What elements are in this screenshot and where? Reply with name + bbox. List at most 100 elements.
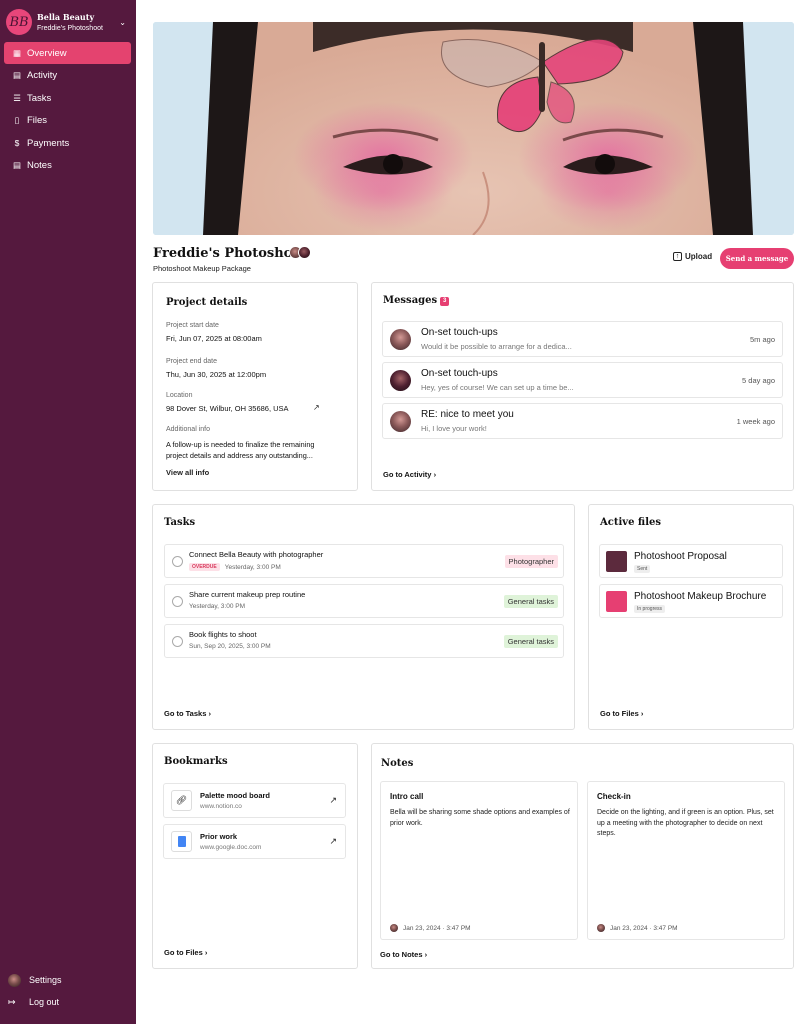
- additional-info-value: A follow-up is needed to finalize the re…: [166, 440, 315, 460]
- file-thumbnail: [606, 551, 627, 572]
- chevron-down-icon: ⌄: [119, 18, 126, 27]
- messages-title: Messages: [383, 295, 438, 306]
- message-preview: Hey, yes of course! We can set up a time…: [421, 383, 574, 392]
- project-name: Freddie's Photoshoot: [37, 25, 103, 32]
- project-details-card: Project details Project start date Fri, …: [152, 282, 358, 491]
- card-title: Messages 3: [383, 295, 450, 306]
- sidebar-item-activity[interactable]: ▤ Activity: [4, 65, 131, 87]
- go-to-tasks-link[interactable]: Go to Tasks ›: [164, 709, 211, 718]
- go-to-files-link[interactable]: Go to Files ›: [164, 948, 207, 957]
- file-title: Photoshoot Proposal: [634, 551, 727, 562]
- message-time: 1 week ago: [736, 417, 775, 426]
- upload-label: Upload: [685, 252, 713, 261]
- logout-label: Log out: [29, 997, 60, 1007]
- note-item[interactable]: Check-in Decide on the lighting, and if …: [587, 781, 785, 940]
- note-date: Jan 23, 2024 · 3:47 PM: [610, 924, 678, 932]
- go-link-label: Go to Files: [164, 948, 203, 957]
- sidebar-item-label: Notes: [27, 160, 52, 172]
- task-title: Share current makeup prep routine: [189, 590, 306, 599]
- go-to-activity-link[interactable]: Go to Activity ›: [383, 470, 436, 479]
- message-title: RE: nice to meet you: [421, 409, 514, 420]
- task-row[interactable]: Book flights to shoot Sun, Sep 20, 2025,…: [164, 624, 564, 658]
- file-item[interactable]: Photoshoot Makeup Brochure In progress: [599, 584, 783, 618]
- bookmark-item[interactable]: Prior work www.google.doc.com ↗: [163, 824, 346, 859]
- file-icon: ▯: [14, 115, 20, 126]
- message-item[interactable]: On-set touch-ups Would it be possible to…: [382, 321, 783, 357]
- sidebar: BB Bella Beauty Freddie's Photoshoot ⌄ ▦…: [0, 0, 136, 1024]
- message-time: 5 day ago: [742, 376, 775, 385]
- message-item[interactable]: RE: nice to meet you Hi, I love your wor…: [382, 403, 783, 439]
- go-link-label: Go to Activity: [383, 470, 432, 479]
- card-title: Bookmarks: [164, 756, 228, 767]
- bookmark-item[interactable]: 🔗︎ Palette mood board www.notion.co ↗: [163, 783, 346, 818]
- bookmark-url: www.google.doc.com: [200, 844, 262, 851]
- note-body: Bella will be sharing some shade options…: [390, 809, 570, 827]
- chevron-right-icon: ›: [424, 950, 428, 959]
- note-title: Intro call: [390, 792, 424, 801]
- go-link-label: Go to Tasks: [164, 709, 207, 718]
- avatar: [390, 411, 411, 432]
- task-checkbox[interactable]: [172, 556, 183, 567]
- end-date-label: Project end date: [166, 358, 217, 365]
- workspace-switcher[interactable]: BB Bella Beauty Freddie's Photoshoot ⌄: [6, 8, 134, 36]
- note-date: Jan 23, 2024 · 3:47 PM: [403, 924, 471, 932]
- overdue-badge: OVERDUE: [189, 563, 220, 571]
- start-date-label: Project start date: [166, 322, 219, 329]
- note-item[interactable]: Intro call Bella will be sharing some sh…: [380, 781, 578, 940]
- settings-label: Settings: [29, 975, 62, 985]
- sidebar-item-overview[interactable]: ▦ Overview: [4, 42, 131, 64]
- notes-card: Notes Intro call Bella will be sharing s…: [371, 743, 794, 969]
- file-item[interactable]: Photoshoot Proposal Sent: [599, 544, 783, 578]
- sidebar-item-label: Activity: [27, 70, 58, 82]
- project-cover-image: [153, 22, 794, 235]
- go-to-notes-link[interactable]: Go to Notes ›: [380, 950, 427, 959]
- task-row[interactable]: Share current makeup prep routine Yester…: [164, 584, 564, 618]
- message-title: On-set touch-ups: [421, 368, 498, 379]
- task-checkbox[interactable]: [172, 636, 183, 647]
- status-badge: In progress: [634, 605, 666, 613]
- go-link-label: Go to Files: [600, 709, 639, 718]
- external-link-icon[interactable]: ↗: [313, 403, 320, 412]
- note-icon: ▤: [12, 160, 22, 171]
- task-due: Yesterday, 3:00 PM: [189, 603, 246, 610]
- page-title: Freddie's Photoshoot: [153, 246, 308, 261]
- send-message-button[interactable]: Send a message: [720, 248, 794, 269]
- task-checkbox[interactable]: [172, 596, 183, 607]
- bookmark-title: Prior work: [200, 832, 238, 841]
- message-item[interactable]: On-set touch-ups Hey, yes of course! We …: [382, 362, 783, 398]
- avatar: [390, 924, 398, 932]
- task-due: Yesterday, 3:00 PM: [224, 563, 281, 571]
- task-tag: Photographer: [504, 555, 558, 568]
- note-title: Check-in: [597, 792, 631, 801]
- sidebar-item-files[interactable]: ▯ Files: [4, 110, 131, 132]
- sidebar-nav: ▦ Overview ▤ Activity ☰ Tasks ▯ Files $ …: [4, 42, 131, 178]
- collaborator-avatars[interactable]: [289, 246, 311, 259]
- list-icon: ☰: [13, 92, 21, 103]
- task-row[interactable]: Connect Bella Beauty with photographer O…: [164, 544, 564, 578]
- external-link-icon[interactable]: ↗: [329, 795, 337, 806]
- messages-card: Messages 3 On-set touch-ups Would it be p…: [371, 282, 794, 491]
- message-time: 5m ago: [749, 335, 775, 344]
- dollar-icon: $: [14, 138, 20, 149]
- message-preview: Hi, I love your work!: [421, 424, 487, 433]
- go-to-files-link[interactable]: Go to Files ›: [600, 709, 643, 718]
- settings-link[interactable]: Settings: [8, 969, 130, 991]
- start-date-value: Fri, Jun 07, 2025 at 08:00am: [166, 334, 262, 343]
- additional-info-label: Additional info: [166, 426, 210, 433]
- message-preview: Would it be possible to arrange for a de…: [421, 342, 572, 351]
- logout-link[interactable]: ↦ Log out: [8, 991, 130, 1013]
- logout-icon: ↦: [8, 996, 16, 1007]
- sidebar-item-payments[interactable]: $ Payments: [4, 132, 131, 154]
- upload-button[interactable]: ↑ Upload: [673, 252, 712, 261]
- message-title: On-set touch-ups: [421, 327, 498, 338]
- file-title: Photoshoot Makeup Brochure: [634, 591, 767, 602]
- sidebar-item-notes[interactable]: ▤ Notes: [4, 155, 131, 177]
- external-link-icon[interactable]: ↗: [329, 836, 337, 847]
- avatar: [298, 246, 311, 259]
- view-all-info-link[interactable]: View all info: [166, 468, 209, 477]
- sidebar-item-tasks[interactable]: ☰ Tasks: [4, 87, 131, 109]
- card-title: Tasks: [164, 517, 196, 528]
- task-due: Sun, Sep 20, 2025, 3:00 PM: [189, 643, 271, 650]
- upload-icon: ↑: [673, 252, 682, 261]
- tasks-card: Tasks Connect Bella Beauty with photogra…: [152, 504, 575, 730]
